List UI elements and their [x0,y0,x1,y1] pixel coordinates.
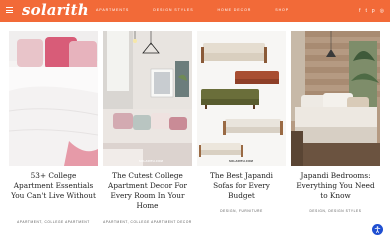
accessibility-icon [374,226,381,233]
top-navigation-bar: solarith Apartments Design Styles Home D… [0,0,390,22]
image-watermark: SOLARITH.COM [229,159,253,163]
hamburger-menu-icon[interactable] [6,7,13,13]
social-links: f t p ◎ [359,6,384,16]
article-card[interactable]: Japandi Bedrooms: Everything You Need to… [291,31,380,231]
article-category[interactable]: Design, Furniture [197,209,286,213]
article-card[interactable]: 53+ College Apartment Essentials You Can… [9,31,98,231]
article-image[interactable]: SOLARITH.COM [103,31,192,166]
article-category[interactable]: Design, Design Styles [291,209,380,213]
article-category[interactable]: Apartment, College Apartment Decor [103,220,192,225]
article-title[interactable]: 53+ College Apartment Essentials You Can… [11,171,96,201]
article-category[interactable]: Apartment, College Apartment [9,220,98,224]
main-nav: Apartments Design Styles Home Decor Shop [96,8,313,12]
article-card[interactable]: SOLARITH.COM The Best Japandi Sofas for … [197,31,286,231]
nav-item-home-decor[interactable]: Home Decor [218,8,252,12]
nav-item-design-styles[interactable]: Design Styles [153,8,193,12]
article-card[interactable]: SOLARITH.COM The Cutest College Apartmen… [103,31,192,231]
article-title[interactable]: Japandi Bedrooms: Everything You Need to… [293,171,378,201]
twitter-icon[interactable]: t [365,6,366,16]
article-image[interactable] [9,31,98,166]
instagram-icon[interactable]: ◎ [380,6,384,16]
article-title[interactable]: The Best Japandi Sofas for Every Budget [199,171,284,201]
article-image[interactable]: SOLARITH.COM [197,31,286,166]
article-image[interactable] [291,31,380,166]
nav-item-shop[interactable]: Shop [275,8,289,12]
image-watermark: SOLARITH.COM [139,159,163,163]
pinterest-icon[interactable]: p [372,6,375,16]
nav-item-apartments[interactable]: Apartments [96,8,129,12]
site-logo[interactable]: solarith [22,1,89,19]
facebook-icon[interactable]: f [359,6,360,16]
accessibility-button[interactable] [372,224,383,235]
article-title[interactable]: The Cutest College Apartment Decor For E… [105,171,190,211]
